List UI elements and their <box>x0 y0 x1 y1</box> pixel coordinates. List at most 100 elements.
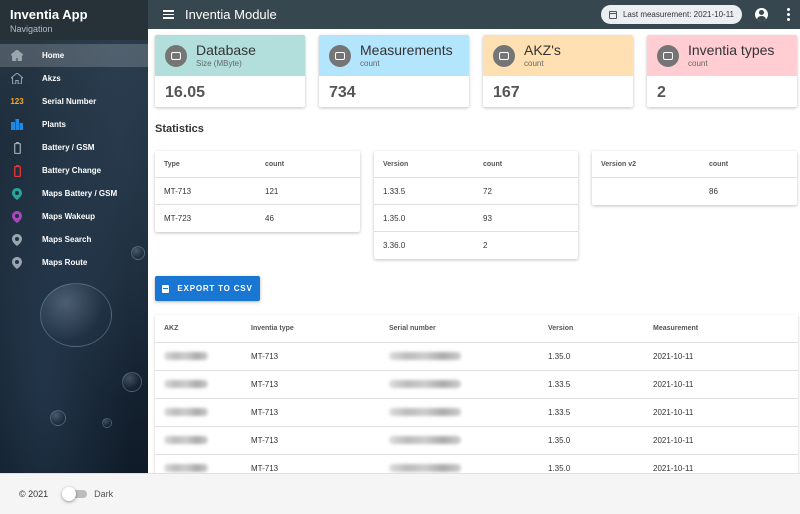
dark-mode-label: Dark <box>94 489 114 499</box>
sidebar-item-maps-route[interactable]: Maps Route <box>0 251 148 274</box>
sidebar-nav: Home Akzs 123 Serial Number Plants Battery / … <box>0 44 148 274</box>
buildings-icon <box>10 118 24 132</box>
table-row: MT-713 121 <box>155 178 360 205</box>
app-subtitle: Navigation <box>10 24 53 34</box>
sidebar-item-maps-wakeup[interactable]: Maps Wakeup <box>0 205 148 228</box>
redacted-akz <box>164 463 208 472</box>
inventia-type-cell: MT-713 <box>251 436 279 445</box>
version-count-table: Version count 1.33.5 72 1.35.0 93 3.36.0 2 <box>374 151 578 259</box>
decorative-bubble <box>40 283 112 347</box>
serial-cell-redacted <box>389 407 548 418</box>
sidebar-item-serial-number[interactable]: 123 Serial Number <box>0 90 148 113</box>
version-cell: 1.35.0 <box>548 352 571 361</box>
main-content: Database Size (MByte) 16.05 Measurements… <box>148 29 800 473</box>
column-header: count <box>483 160 503 168</box>
measurement-cell: 2021-10-11 <box>653 408 694 417</box>
stat-value: 2 <box>657 84 666 101</box>
home-icon <box>10 49 24 63</box>
table-cell: 1.33.5 <box>383 186 406 196</box>
version-cell: 1.33.5 <box>548 408 571 417</box>
serial-cell-redacted <box>389 435 548 446</box>
akz-cell-redacted <box>155 407 251 418</box>
sidebar: Inventia App Navigation Home Akzs 123 Seria… <box>0 0 148 473</box>
serial-cell-redacted <box>389 351 548 362</box>
decorative-bubble <box>102 418 112 428</box>
column-header: Inventia type <box>251 325 294 332</box>
redacted-serial <box>389 351 461 360</box>
last-measurement-chip[interactable]: Last measurement: 2021-10-11 <box>600 5 742 24</box>
table-row: 1.35.0 93 <box>374 205 578 232</box>
sidebar-item-maps-search[interactable]: Maps Search <box>0 228 148 251</box>
table-row[interactable]: MT-713 1.35.0 2021-10-11 <box>155 343 798 371</box>
sidebar-item-plants[interactable]: Plants <box>0 113 148 136</box>
sidebar-item-maps-battery-gsm[interactable]: Maps Battery / GSM <box>0 182 148 205</box>
sidebar-item-label: Plants <box>42 120 67 129</box>
stat-subtitle: count <box>524 59 544 68</box>
column-header: Version <box>383 160 409 168</box>
dark-mode-toggle[interactable] <box>62 487 88 501</box>
sidebar-item-label: Maps Wakeup <box>42 212 96 221</box>
statistics-title: Statistics <box>155 123 204 135</box>
inventia-type-cell: MT-713 <box>251 380 279 389</box>
sidebar-item-label: Serial Number <box>42 97 97 106</box>
stat-subtitle: count <box>360 59 380 68</box>
version-cell: 1.33.5 <box>548 380 571 389</box>
column-header: AKZ <box>164 325 179 332</box>
more-vert-icon[interactable] <box>786 8 790 21</box>
types-icon <box>657 44 679 67</box>
stat-title: Inventia types <box>688 42 775 58</box>
column-header: Type <box>164 160 180 168</box>
akz-icon <box>493 44 515 67</box>
decorative-bubble <box>131 246 145 260</box>
table-row[interactable]: MT-713 1.35.0 2021-10-11 <box>155 427 798 455</box>
version-v2-count-table: Version v2 count 86 <box>592 151 797 205</box>
sidebar-item-battery-change[interactable]: Battery Change <box>0 159 148 182</box>
table-cell: 121 <box>265 186 279 196</box>
table-cell: 72 <box>483 186 492 196</box>
stat-title: Measurements <box>360 42 453 58</box>
serial-cell-redacted <box>389 463 548 474</box>
last-measurement-text: Last measurement: 2021-10-11 <box>622 10 734 19</box>
sidebar-item-battery-gsm[interactable]: Battery / GSM <box>0 136 148 159</box>
stat-subtitle: count <box>688 59 708 68</box>
account-icon[interactable] <box>755 8 768 21</box>
stat-card-header: Database Size (MByte) <box>155 35 305 76</box>
measurement-cell: 2021-10-11 <box>653 436 694 445</box>
column-header: Serial number <box>389 325 436 332</box>
table-row[interactable]: MT-713 1.35.0 2021-10-11 <box>155 455 798 473</box>
document-icon <box>162 284 170 293</box>
table-cell: MT-723 <box>164 214 192 223</box>
table-cell: 2 <box>483 241 488 250</box>
table-row: MT-723 46 <box>155 205 360 232</box>
stat-card-header: AKZ's count <box>483 35 633 76</box>
battery-icon <box>10 141 24 155</box>
column-header: count <box>265 160 285 168</box>
version-cell: 1.35.0 <box>548 464 571 473</box>
redacted-akz <box>164 379 208 388</box>
menu-icon[interactable] <box>163 6 181 24</box>
measurements-table: AKZ Inventia type Serial number Version Meas… <box>155 315 798 473</box>
sidebar-item-label: Akzs <box>42 74 61 83</box>
redacted-serial <box>389 407 461 416</box>
sidebar-item-home[interactable]: Home <box>0 44 148 67</box>
app-header: Inventia App Navigation <box>0 0 148 40</box>
table-row[interactable]: MT-713 1.33.5 2021-10-11 <box>155 371 798 399</box>
redacted-akz <box>164 435 208 444</box>
sidebar-item-label: Maps Route <box>42 258 88 267</box>
map-marker-icon <box>10 187 24 201</box>
stat-value: 16.05 <box>165 84 206 101</box>
stat-value: 167 <box>493 84 520 101</box>
123-icon: 123 <box>10 97 24 106</box>
export-csv-button[interactable]: EXPORT TO CSV <box>155 276 260 301</box>
sidebar-item-akzs[interactable]: Akzs <box>0 67 148 90</box>
redacted-akz <box>164 351 208 360</box>
stat-card-akzs: AKZ's count 167 <box>483 35 633 107</box>
table-row[interactable]: MT-713 1.33.5 2021-10-11 <box>155 399 798 427</box>
measurement-cell: 2021-10-11 <box>653 352 694 361</box>
sidebar-item-label: Battery / GSM <box>42 143 95 152</box>
decorative-bubble <box>50 410 66 426</box>
measurement-icon <box>329 44 351 67</box>
table-header-row: Version count <box>374 151 578 178</box>
serial-cell-redacted <box>389 379 548 390</box>
redacted-akz <box>164 407 208 416</box>
